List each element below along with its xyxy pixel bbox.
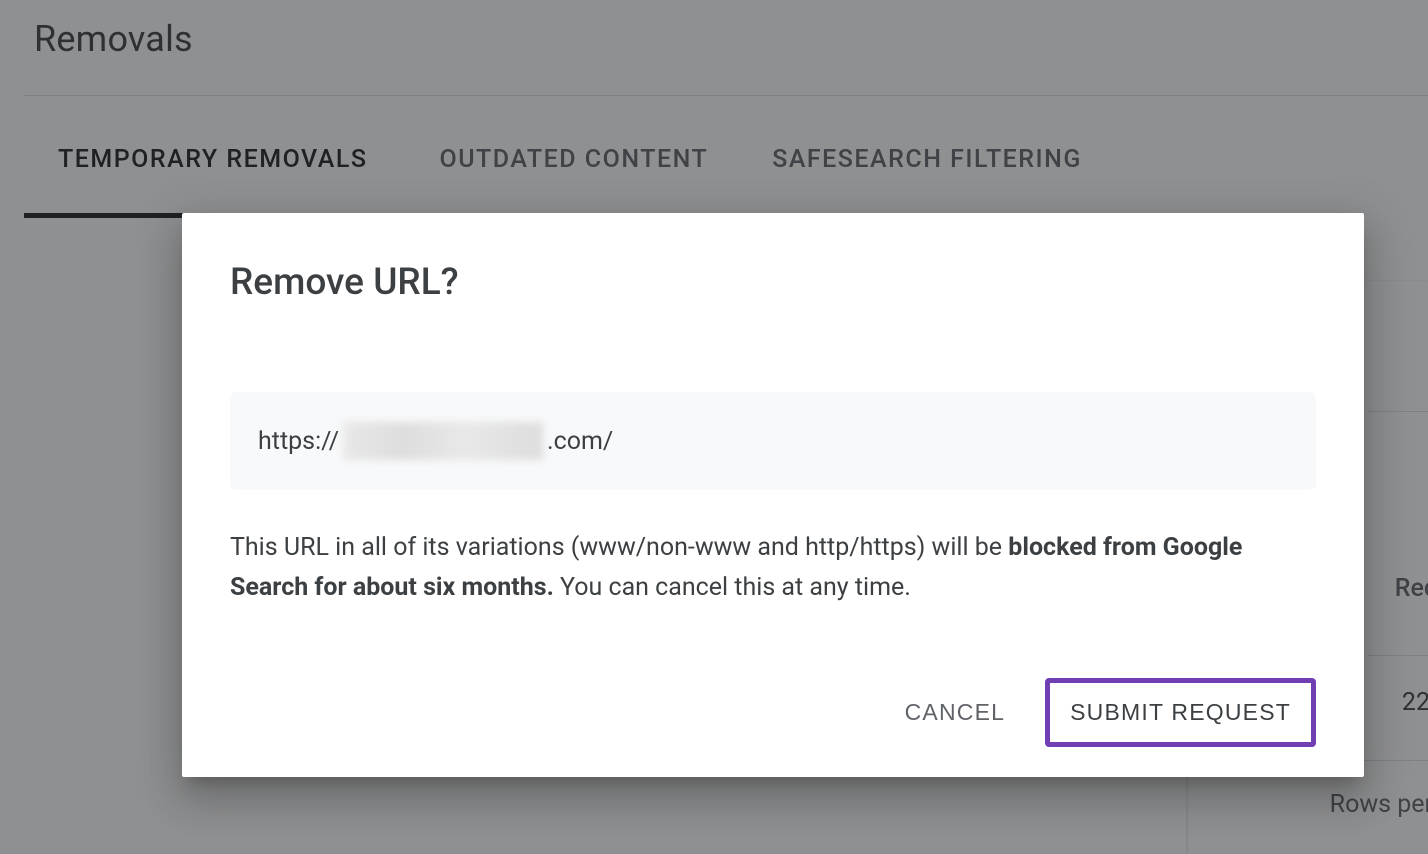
dialog-description: This URL in all of its variations (www/n… bbox=[230, 528, 1316, 608]
url-redacted-domain bbox=[343, 422, 543, 460]
submit-request-button[interactable]: SUBMIT REQUEST bbox=[1045, 678, 1316, 747]
url-prefix: https:// bbox=[258, 427, 339, 456]
url-suffix: .com/ bbox=[547, 427, 613, 456]
dialog-actions: CANCEL SUBMIT REQUEST bbox=[230, 678, 1316, 747]
description-post: You can cancel this at any time. bbox=[554, 573, 911, 602]
dialog-title: Remove URL? bbox=[230, 261, 1316, 304]
cancel-button[interactable]: CANCEL bbox=[889, 685, 1022, 740]
url-display-box: https:// .com/ bbox=[230, 392, 1316, 490]
description-pre: This URL in all of its variations (www/n… bbox=[230, 533, 1008, 562]
remove-url-dialog: Remove URL? https:// .com/ This URL in a… bbox=[182, 213, 1364, 777]
